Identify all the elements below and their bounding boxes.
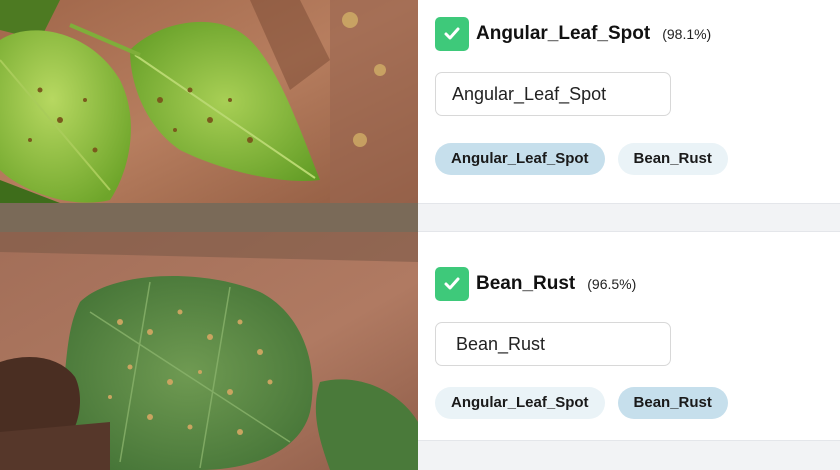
- prediction-title: Bean_Rust: [476, 273, 576, 294]
- result-card-2: Bean_Rust (96.5%) Bean_Rust Angular_Leaf…: [0, 232, 840, 470]
- tag-bean-rust[interactable]: Bean_Rust: [617, 143, 728, 175]
- result-panel-2: Bean_Rust (96.5%) Bean_Rust Angular_Leaf…: [418, 232, 840, 440]
- tag-list: Angular_Leaf_Spot Bean_Rust: [435, 387, 741, 419]
- tag-angular-leaf-spot[interactable]: Angular_Leaf_Spot: [435, 387, 605, 419]
- panel-footer: [418, 440, 840, 470]
- result-panel-1: Angular_Leaf_Spot (98.1%) Angular_Leaf_S…: [418, 0, 840, 203]
- photo-divider: [0, 203, 418, 232]
- prediction-title: Angular_Leaf_Spot: [476, 23, 651, 44]
- confidence-value: (96.5%): [587, 276, 637, 292]
- panel-divider: [418, 203, 840, 232]
- check-icon[interactable]: [435, 17, 469, 51]
- label-input[interactable]: Bean_Rust: [435, 322, 671, 366]
- tag-list: Angular_Leaf_Spot Bean_Rust: [435, 143, 741, 175]
- confidence-value: (98.1%): [662, 26, 712, 42]
- result-header: Bean_Rust (96.5%): [435, 267, 636, 301]
- check-icon[interactable]: [435, 267, 469, 301]
- result-header: Angular_Leaf_Spot (98.1%): [435, 17, 711, 51]
- tag-angular-leaf-spot[interactable]: Angular_Leaf_Spot: [435, 143, 605, 175]
- result-card-1: Angular_Leaf_Spot (98.1%) Angular_Leaf_S…: [0, 0, 840, 203]
- label-input[interactable]: Angular_Leaf_Spot: [435, 72, 671, 116]
- tag-bean-rust[interactable]: Bean_Rust: [617, 387, 728, 419]
- leaf-photo-1: [0, 0, 418, 203]
- leaf-photo-2: [0, 232, 418, 470]
